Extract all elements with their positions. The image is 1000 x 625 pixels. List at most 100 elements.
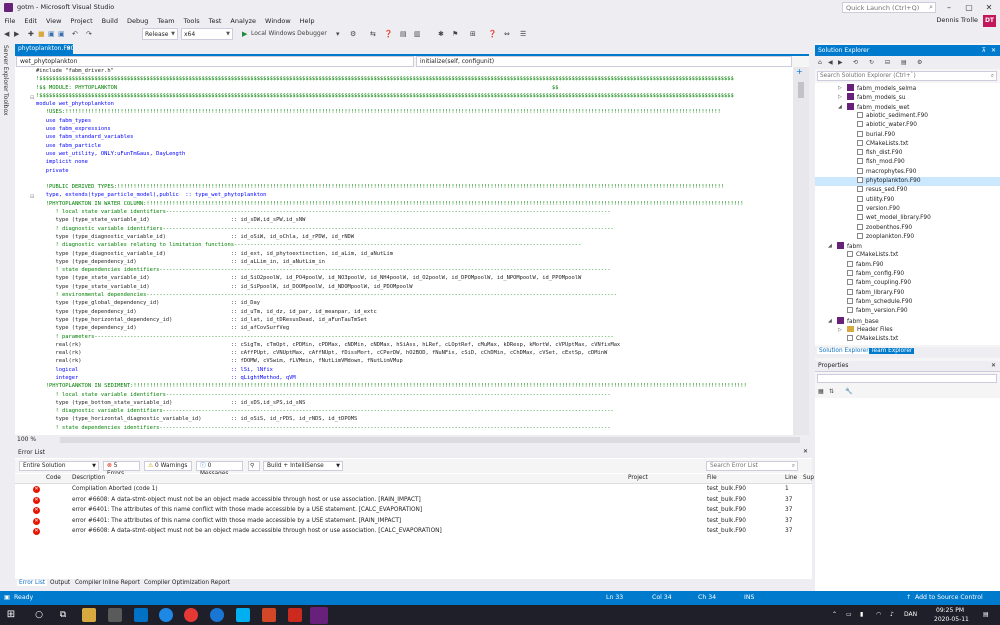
table-row[interactable]: ✕ error #6401: The attributes of this nam… bbox=[15, 506, 812, 517]
menu-team[interactable]: Team bbox=[153, 15, 179, 25]
properties-object-select[interactable] bbox=[817, 374, 997, 383]
errors-filter-button[interactable]: ⊗ 5 Errors bbox=[103, 461, 140, 477]
collapse-all-icon[interactable]: ⊟ bbox=[885, 58, 890, 68]
toolbar-icon-7[interactable]: ⊞ bbox=[470, 29, 476, 39]
windows-start-icon[interactable]: ⊞ bbox=[4, 608, 18, 622]
debug-dropdown-icon[interactable]: ▾ bbox=[336, 29, 340, 39]
tree-item[interactable]: ▷ fabm_models_selma bbox=[838, 84, 916, 93]
new-project-icon[interactable]: ✚ bbox=[28, 29, 34, 39]
expand-icon[interactable]: ▷ bbox=[838, 84, 842, 93]
menu-project[interactable]: Project bbox=[66, 15, 97, 25]
toolbar-icon-9[interactable]: ☰ bbox=[520, 29, 526, 39]
tree-item[interactable]: ◢ fabm_models_wet bbox=[838, 102, 909, 112]
split-editor-icon[interactable]: + bbox=[796, 67, 803, 76]
action-center-icon[interactable]: ▤ bbox=[983, 611, 989, 618]
help-icon[interactable]: ❓ bbox=[384, 29, 393, 39]
tree-item[interactable]: fabm.F90 bbox=[847, 260, 883, 270]
tree-item[interactable]: burial.F90 bbox=[857, 130, 895, 140]
store-icon[interactable] bbox=[108, 608, 122, 622]
build-source-select[interactable]: Build + IntelliSense ▼ bbox=[263, 461, 343, 471]
tree-item[interactable]: zooplankton.F90 bbox=[857, 232, 914, 242]
column-suppression[interactable]: Sup bbox=[803, 475, 814, 481]
wifi-icon[interactable]: ◠ bbox=[876, 611, 881, 618]
expand-icon[interactable]: ▷ bbox=[838, 93, 842, 102]
keyboard-language[interactable]: DAN bbox=[904, 611, 917, 618]
messages-filter-button[interactable]: ⓘ 0 Messages bbox=[196, 461, 243, 477]
tree-item[interactable]: fabm_version.F90 bbox=[847, 307, 908, 316]
home-icon[interactable]: ⌂ bbox=[818, 58, 822, 68]
search-error-list-input[interactable]: Search Error List ⌕ bbox=[706, 461, 798, 471]
categorized-icon[interactable]: ▦ bbox=[818, 387, 824, 397]
menu-edit[interactable]: Edit bbox=[20, 15, 42, 25]
expand-icon[interactable]: ▷ bbox=[838, 326, 842, 335]
menu-build[interactable]: Build bbox=[97, 15, 122, 25]
undo-icon[interactable]: ↶ bbox=[72, 29, 78, 39]
sync-icon[interactable]: ⟲ bbox=[853, 58, 858, 68]
toolbar-icon-3[interactable]: ▤ bbox=[400, 29, 407, 39]
menu-file[interactable]: File bbox=[0, 15, 20, 25]
tree-item[interactable]: zoobenthos.F90 bbox=[857, 223, 912, 233]
file-explorer-icon[interactable] bbox=[82, 608, 96, 622]
collapse-icon[interactable]: ⊟ bbox=[30, 194, 34, 200]
zoom-level[interactable]: 100 % bbox=[17, 436, 36, 443]
search-icon[interactable]: ○ bbox=[32, 608, 46, 622]
maximize-button[interactable]: ▢ bbox=[959, 0, 979, 15]
start-debugging-icon[interactable]: ▶ bbox=[242, 29, 247, 39]
expand-icon[interactable]: ◢ bbox=[828, 317, 832, 326]
toolbar-icon-4[interactable]: ▥ bbox=[414, 29, 421, 39]
tree-item[interactable]: phytoplankton.F90 bbox=[815, 177, 1000, 187]
tree-item[interactable]: fabm_library.F90 bbox=[847, 288, 904, 298]
warnings-filter-button[interactable]: ⚠ 0 Warnings bbox=[144, 461, 192, 471]
back-icon[interactable]: ◀ bbox=[4, 29, 9, 39]
toolbar-icon-2[interactable]: ⇆ bbox=[370, 29, 376, 39]
tab-compiler-inline-report[interactable]: Compiler Inline Report bbox=[73, 580, 142, 586]
tree-item[interactable]: ▷ Header Files bbox=[838, 325, 893, 335]
error-scope-select[interactable]: Entire Solution ▼ bbox=[19, 461, 99, 471]
avatar[interactable]: DT bbox=[983, 15, 996, 27]
tree-item[interactable]: wet_model_library.F90 bbox=[857, 214, 931, 223]
member-navigation-select[interactable]: initialize(self, configunit) bbox=[416, 56, 792, 67]
module-navigation-select[interactable]: wet_phytoplankton bbox=[16, 56, 414, 67]
alphabetical-icon[interactable]: ⇅ bbox=[829, 387, 834, 397]
close-icon[interactable]: ✕ bbox=[991, 46, 996, 55]
tab-solution-explorer[interactable]: Solution Explorer bbox=[817, 348, 871, 354]
expand-icon[interactable]: ◢ bbox=[838, 103, 842, 112]
quick-launch-input[interactable]: Quick Launch (Ctrl+Q) ⌕ bbox=[842, 2, 936, 13]
save-icon[interactable]: ▣ bbox=[48, 29, 55, 39]
collapse-icon[interactable]: ⊟ bbox=[30, 95, 34, 101]
menu-debug[interactable]: Debug bbox=[123, 15, 153, 25]
tree-item[interactable]: abiotic_sediment.F90 bbox=[857, 111, 928, 121]
chrome-icon[interactable] bbox=[184, 608, 198, 622]
tab-compiler-optimization-report[interactable]: Compiler Optimization Report bbox=[142, 580, 232, 586]
column-description[interactable]: Description bbox=[72, 475, 105, 481]
column-file[interactable]: File bbox=[707, 475, 717, 481]
clock-date[interactable]: 2020-05-11 bbox=[934, 616, 969, 623]
toolbar-icon-8[interactable]: ⇔ bbox=[504, 29, 510, 39]
tree-item[interactable]: macrophytes.F90 bbox=[857, 167, 916, 177]
tray-up-icon[interactable]: ⌃ bbox=[832, 611, 837, 618]
skype-icon[interactable] bbox=[236, 608, 250, 622]
toolbar-icon-5[interactable]: ✱ bbox=[438, 29, 444, 39]
refresh-icon[interactable]: ↻ bbox=[869, 58, 874, 68]
table-row[interactable]: ✕ error #6608: A data-stmt-object must no… bbox=[15, 496, 812, 507]
column-project[interactable]: Project bbox=[628, 475, 648, 481]
editor-vertical-scrollbar[interactable]: + bbox=[793, 67, 809, 435]
table-row[interactable]: ✕ error #6608: A data-stmt-object must no… bbox=[15, 527, 812, 538]
edge-icon[interactable] bbox=[159, 608, 173, 622]
close-icon[interactable]: ✕ bbox=[803, 448, 808, 455]
table-row[interactable]: ✕ error #6401: The attributes of this nam… bbox=[15, 517, 812, 528]
back-icon[interactable]: ◀ bbox=[828, 58, 833, 68]
scroll-thumb[interactable] bbox=[798, 82, 804, 98]
powerpoint-icon[interactable] bbox=[262, 608, 276, 622]
close-window-button[interactable]: ✕ bbox=[979, 0, 999, 15]
document-tab[interactable]: phytoplankton.F90 ✕ bbox=[15, 44, 74, 54]
tree-item[interactable]: fabm_config.F90 bbox=[847, 270, 904, 279]
start-debugging-button[interactable]: Local Windows Debugger bbox=[251, 29, 327, 39]
tree-item[interactable]: fabm_coupling.F90 bbox=[847, 279, 911, 288]
tab-output[interactable]: Output bbox=[48, 580, 72, 586]
expand-icon[interactable]: ◢ bbox=[828, 242, 832, 251]
column-line[interactable]: Line bbox=[785, 475, 797, 481]
server-explorer-tab[interactable]: Server Explorer bbox=[2, 45, 9, 92]
tree-item[interactable]: fish_dist.F90 bbox=[857, 149, 902, 158]
menu-test[interactable]: Test bbox=[204, 15, 226, 25]
